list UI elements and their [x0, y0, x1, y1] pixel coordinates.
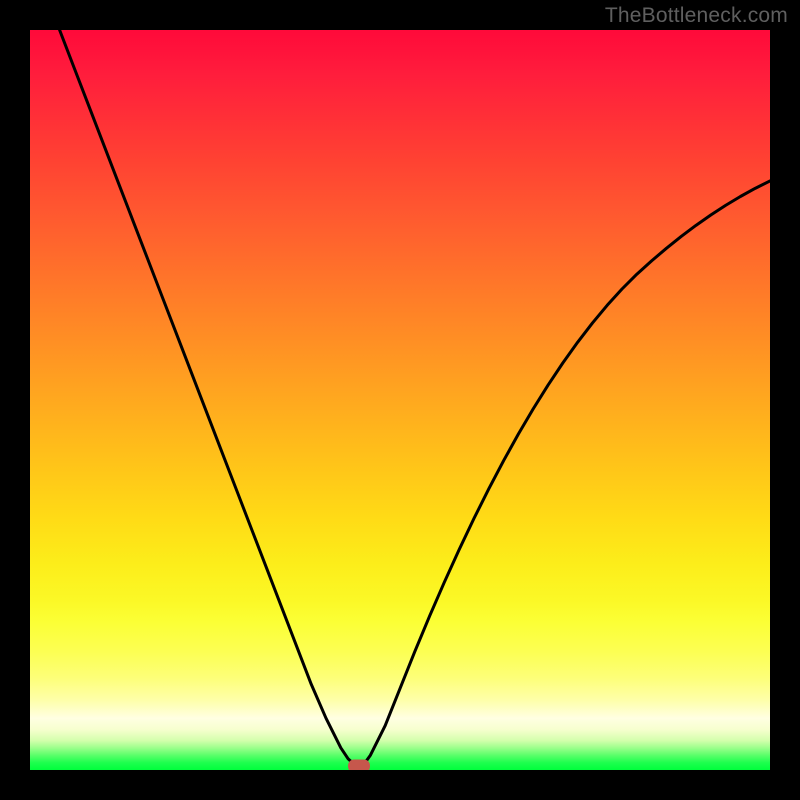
plot-area [30, 30, 770, 770]
watermark-text: TheBottleneck.com [605, 4, 788, 28]
curve-layer [30, 30, 770, 770]
bottleneck-curve [60, 30, 770, 766]
minimum-marker [348, 759, 370, 770]
chart-stage: TheBottleneck.com [0, 0, 800, 800]
